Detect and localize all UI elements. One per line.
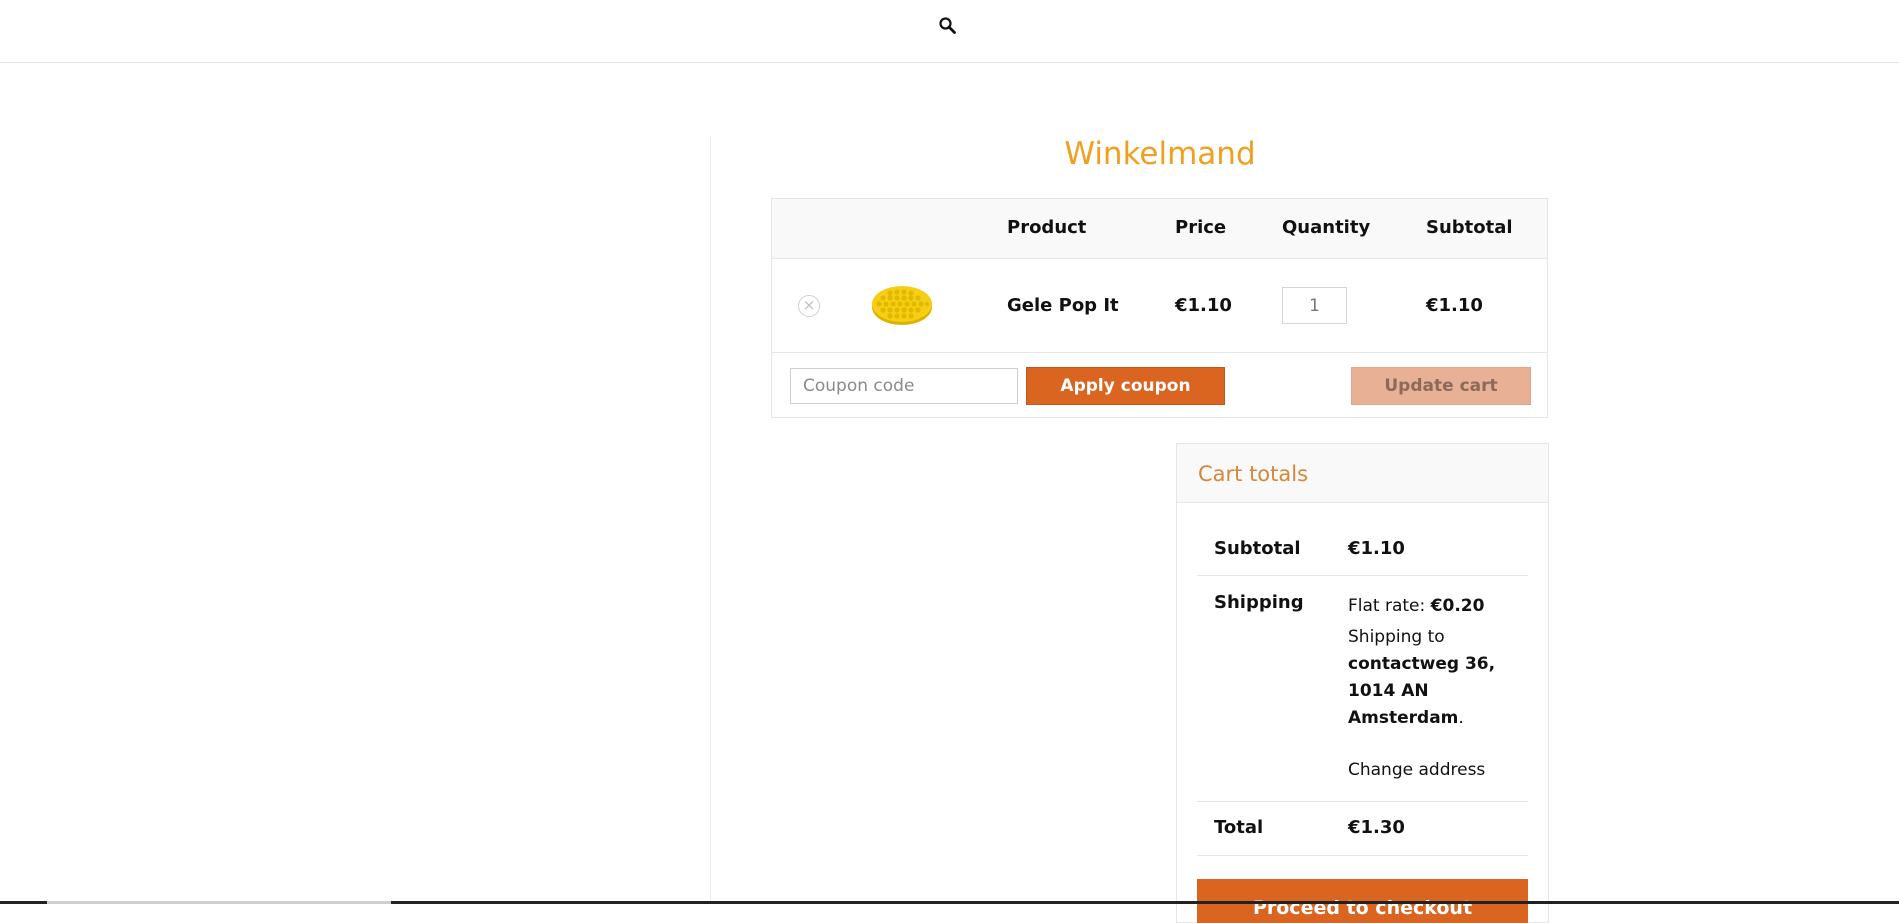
cart-table: Product Price Quantity Subtotal × Gele P…: [771, 198, 1548, 418]
totals-total-label: Total: [1214, 817, 1264, 838]
product-name-link[interactable]: Gele Pop It: [1007, 295, 1119, 317]
totals-total-value: €1.30: [1348, 817, 1405, 838]
column-header-subtotal: Subtotal: [1426, 217, 1513, 238]
apply-coupon-button[interactable]: Apply coupon: [1026, 367, 1225, 405]
cart-totals-header: Cart totals: [1177, 444, 1548, 503]
product-subtotal: €1.10: [1426, 295, 1483, 316]
cart-totals: Cart totals Subtotal €1.10 Shipping Flat…: [1176, 443, 1549, 923]
totals-divider: [1197, 801, 1528, 802]
totals-shipping-label: Shipping: [1214, 592, 1304, 613]
totals-divider: [1197, 575, 1528, 576]
quantity-input[interactable]: [1282, 287, 1347, 324]
shipping-address-line3: Amsterdam: [1348, 708, 1459, 728]
cart-item-row: × Gele Pop It €1.10 €1.10: [772, 259, 1547, 353]
shipping-details: Flat rate: €0.20 Shipping to contactweg …: [1348, 593, 1538, 784]
shipping-to-text: Shipping to: [1348, 627, 1445, 647]
shipping-price: €0.20: [1430, 596, 1485, 616]
totals-subtotal-value: €1.10: [1348, 538, 1405, 559]
column-divider: [710, 136, 711, 904]
product-thumbnail[interactable]: [870, 281, 934, 327]
product-price: €1.10: [1175, 295, 1232, 316]
shipping-address-line2: 1014 AN: [1348, 681, 1429, 701]
change-address-link[interactable]: Change address: [1348, 757, 1538, 784]
coupon-code-input[interactable]: [790, 368, 1018, 404]
shipping-address-line1: contactweg 36,: [1348, 654, 1496, 674]
column-header-quantity: Quantity: [1282, 217, 1371, 238]
cart-totals-title: Cart totals: [1198, 462, 1309, 486]
page-title: Winkelmand: [1064, 136, 1256, 172]
cart-table-header: Product Price Quantity Subtotal: [772, 199, 1547, 259]
search-icon[interactable]: [937, 15, 959, 37]
totals-divider: [1197, 855, 1528, 856]
shipping-method: Flat rate: €0.20: [1348, 593, 1538, 620]
update-cart-button[interactable]: Update cart: [1351, 367, 1531, 405]
remove-item-icon[interactable]: ×: [798, 295, 820, 317]
top-bar: [0, 0, 1899, 63]
column-header-product: Product: [1007, 217, 1087, 238]
shipping-method-label: Flat rate:: [1348, 596, 1431, 616]
column-header-price: Price: [1175, 217, 1227, 238]
shipping-address-period: .: [1458, 708, 1464, 728]
shipping-address-line3-wrap: Amsterdam.: [1348, 705, 1538, 732]
totals-subtotal-label: Subtotal: [1214, 538, 1301, 559]
